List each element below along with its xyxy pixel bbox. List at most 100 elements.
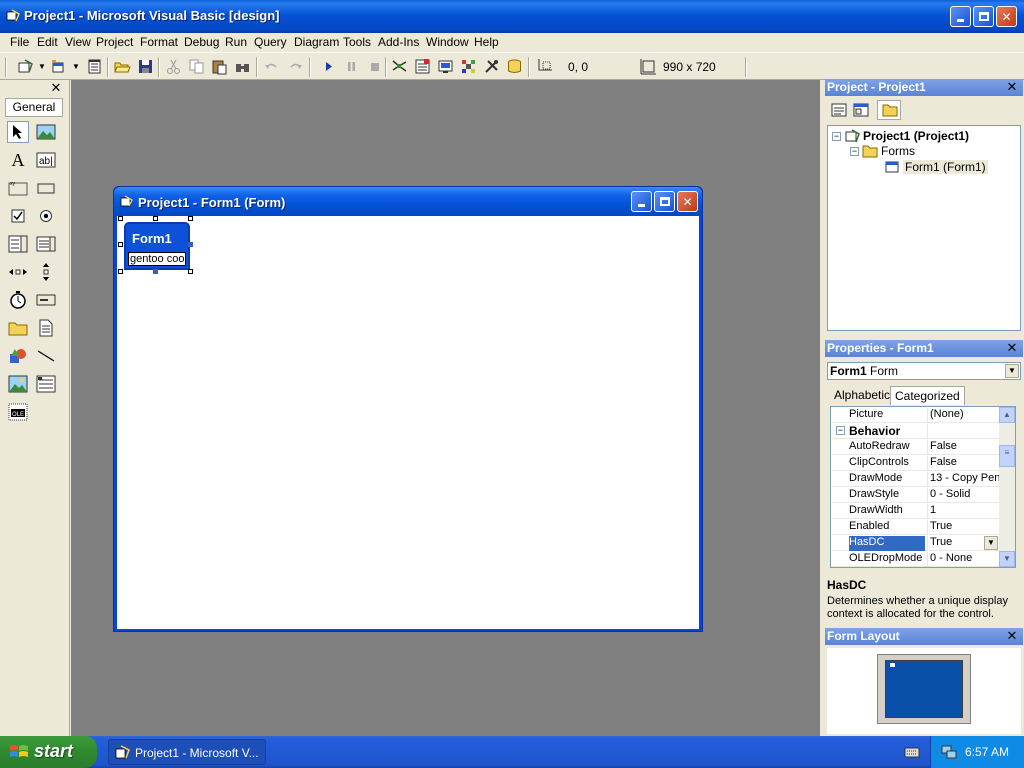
property-row-selected[interactable]: HasDC True ▼: [831, 535, 999, 551]
toolbox-tab-general[interactable]: General: [5, 98, 63, 117]
toolbox-icon[interactable]: [483, 58, 500, 75]
form-designer-window[interactable]: Project1 - Form1 (Form) ✕ Form1 gentoo c…: [113, 186, 703, 632]
menu-tools[interactable]: Tools: [343, 35, 371, 49]
vb-app-icon[interactable]: [6, 9, 20, 23]
end-icon[interactable]: [366, 58, 383, 75]
label-icon[interactable]: A: [7, 149, 29, 171]
property-grid[interactable]: Picture (None) − Behavior AutoRedraw False…: [830, 406, 1016, 568]
project-explorer-icon[interactable]: [391, 58, 408, 75]
dirlistbox-icon[interactable]: [7, 317, 29, 339]
chevron-down-icon[interactable]: ▼: [984, 536, 998, 550]
copy-icon[interactable]: [188, 58, 205, 75]
menu-diagram[interactable]: Diagram: [294, 35, 339, 49]
find-icon[interactable]: [234, 58, 251, 75]
view-code-icon[interactable]: [831, 102, 847, 118]
data-icon[interactable]: [35, 373, 57, 395]
selection-handle[interactable]: [153, 216, 158, 221]
combobox-icon[interactable]: [7, 233, 29, 255]
embedded-textbox[interactable]: gentoo cool: [128, 252, 186, 266]
paste-icon[interactable]: [211, 58, 228, 75]
property-row[interactable]: Picture (None): [831, 407, 999, 423]
form-designer-title-bar[interactable]: Project1 - Form1 (Form) ✕: [114, 187, 702, 216]
break-icon[interactable]: [343, 58, 360, 75]
property-row[interactable]: Enabled True: [831, 519, 999, 535]
selection-handle[interactable]: [118, 242, 123, 247]
listbox-icon[interactable]: [35, 233, 57, 255]
menu-query[interactable]: Query: [254, 35, 287, 49]
selection-handle[interactable]: [188, 269, 193, 274]
tab-alphabetic[interactable]: Alphabetic: [830, 386, 894, 405]
drivelistbox-icon[interactable]: [35, 289, 57, 311]
picturebox-icon[interactable]: [35, 121, 57, 143]
form-layout-preview[interactable]: [827, 648, 1021, 734]
form-layout-close-icon[interactable]: ✕: [1005, 629, 1019, 643]
form-position-marker[interactable]: [890, 663, 895, 667]
scroll-thumb[interactable]: ≡: [999, 445, 1015, 467]
toolbox-close-icon[interactable]: ✕: [49, 81, 63, 95]
properties-window-icon[interactable]: [414, 58, 431, 75]
dropdown-arrow-icon[interactable]: ▼: [72, 62, 80, 71]
optionbutton-icon[interactable]: [35, 205, 57, 227]
form-design-surface[interactable]: [117, 216, 699, 629]
taskbar-task-vb[interactable]: Project1 - Microsoft V...: [108, 739, 266, 765]
maximize-button[interactable]: [973, 6, 994, 27]
menu-debug[interactable]: Debug: [184, 35, 219, 49]
dropdown-arrow-icon[interactable]: ▼: [38, 62, 46, 71]
property-row[interactable]: DrawStyle 0 - Solid: [831, 487, 999, 503]
tree-node-form1[interactable]: Form1 (Form1): [884, 160, 988, 174]
close-button[interactable]: ✕: [996, 6, 1017, 27]
form-layout-title-bar[interactable]: Form Layout ✕: [825, 628, 1023, 645]
toolbar-grip[interactable]: [5, 57, 7, 77]
menu-view[interactable]: View: [65, 35, 91, 49]
property-grid-scrollbar[interactable]: ▲ ≡ ▼: [999, 407, 1015, 567]
hscrollbar-icon[interactable]: [7, 261, 29, 283]
filelistbox-icon[interactable]: [35, 317, 57, 339]
property-category-row[interactable]: − Behavior: [831, 423, 999, 439]
data-view-icon[interactable]: [506, 58, 523, 75]
network-icon[interactable]: [941, 744, 957, 760]
checkbox-icon[interactable]: [7, 205, 29, 227]
chevron-down-icon[interactable]: ▼: [1005, 364, 1019, 378]
property-row[interactable]: DrawMode 13 - Copy Pen: [831, 471, 999, 487]
menu-help[interactable]: Help: [474, 35, 499, 49]
open-project-icon[interactable]: [114, 58, 131, 75]
properties-panel-title-bar[interactable]: Properties - Form1 ✕: [825, 340, 1023, 357]
scroll-up-icon[interactable]: ▲: [999, 407, 1015, 423]
selection-handle[interactable]: [188, 216, 193, 221]
view-object-icon[interactable]: [853, 102, 869, 118]
menu-format[interactable]: Format: [140, 35, 178, 49]
menu-run[interactable]: Run: [225, 35, 247, 49]
undo-icon[interactable]: [263, 58, 280, 75]
image-icon[interactable]: [7, 373, 29, 395]
add-project-icon[interactable]: [17, 58, 34, 75]
toggle-folders-button[interactable]: [877, 100, 901, 120]
form-close-button[interactable]: ✕: [677, 191, 698, 212]
collapse-icon[interactable]: −: [850, 146, 859, 156]
form-minimize-button[interactable]: [631, 191, 652, 212]
property-row[interactable]: DrawWidth 1: [831, 503, 999, 519]
frame-icon[interactable]: xy: [7, 177, 29, 199]
collapse-icon[interactable]: −: [832, 131, 841, 141]
project-panel-close-icon[interactable]: ✕: [1005, 80, 1019, 94]
object-selector[interactable]: Form1 Form ▼: [827, 362, 1021, 380]
menu-project[interactable]: Project: [96, 35, 133, 49]
keyboard-icon[interactable]: [904, 745, 920, 759]
minimize-button[interactable]: [950, 6, 971, 27]
selection-handle[interactable]: [153, 269, 158, 274]
menu-window[interactable]: Window: [426, 35, 469, 49]
clock[interactable]: 6:57 AM: [965, 745, 1009, 759]
commandbutton-icon[interactable]: [35, 177, 57, 199]
add-form-icon[interactable]: [50, 58, 67, 75]
menu-file[interactable]: File: [10, 35, 29, 49]
menu-editor-icon[interactable]: [86, 58, 103, 75]
collapse-icon[interactable]: −: [836, 426, 845, 435]
tree-node-forms[interactable]: − Forms: [850, 144, 915, 158]
project-tree[interactable]: − Project1 (Project1) − Forms Form1 (For…: [827, 125, 1021, 331]
object-browser-icon[interactable]: [460, 58, 477, 75]
property-row[interactable]: OLEDropMode 0 - None: [831, 551, 999, 567]
property-row[interactable]: AutoRedraw False: [831, 439, 999, 455]
form-window-icon[interactable]: [120, 195, 133, 208]
start-button[interactable]: start: [0, 736, 97, 768]
pointer-icon[interactable]: [7, 121, 29, 143]
selection-handle[interactable]: [118, 269, 123, 274]
